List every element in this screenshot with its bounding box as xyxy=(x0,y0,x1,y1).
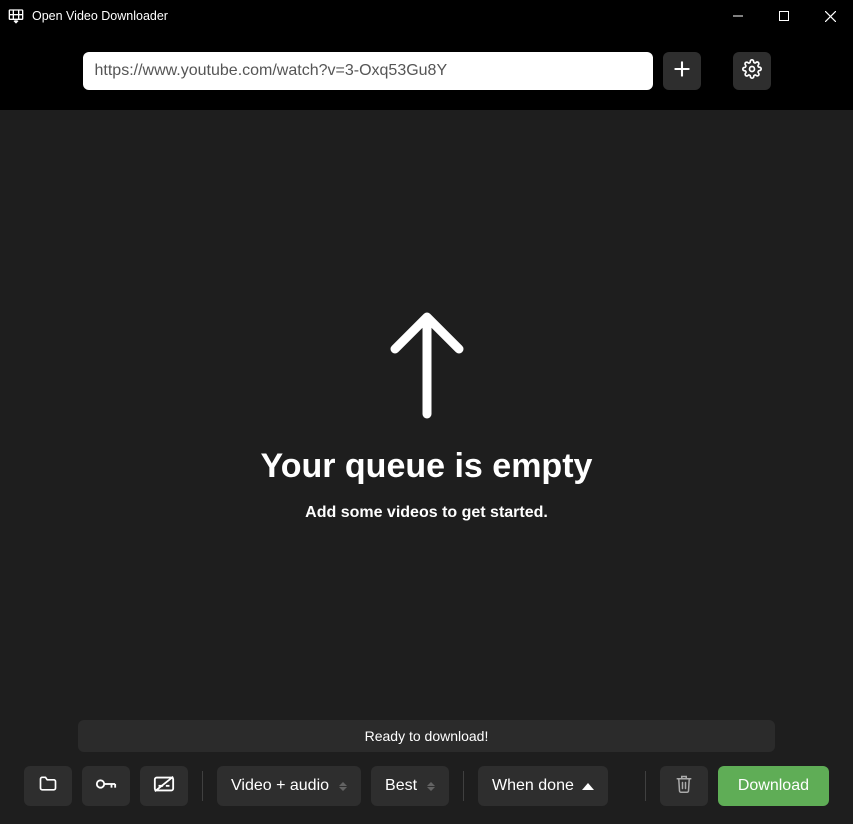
format-label: Video + audio xyxy=(231,777,329,795)
divider xyxy=(645,771,646,801)
window-minimize-button[interactable] xyxy=(715,0,761,32)
window-close-button[interactable] xyxy=(807,0,853,32)
auth-button[interactable] xyxy=(82,766,130,806)
download-button[interactable]: Download xyxy=(718,766,829,806)
open-folder-button[interactable] xyxy=(24,766,72,806)
gear-icon xyxy=(742,59,762,84)
status-bar: Ready to download! xyxy=(78,720,775,752)
plus-icon xyxy=(672,59,692,84)
divider xyxy=(202,771,203,801)
settings-button[interactable] xyxy=(733,52,771,90)
divider xyxy=(463,771,464,801)
updown-icon xyxy=(427,782,435,791)
download-label: Download xyxy=(738,777,809,795)
clear-queue-button[interactable] xyxy=(660,766,708,806)
arrow-up-icon xyxy=(387,309,467,419)
window-maximize-button[interactable] xyxy=(761,0,807,32)
empty-title: Your queue is empty xyxy=(261,447,593,486)
updown-icon xyxy=(339,782,347,791)
folder-icon xyxy=(38,774,58,799)
format-selector[interactable]: Video + audio xyxy=(217,766,361,806)
when-done-label: When done xyxy=(492,777,574,795)
app-title: Open Video Downloader xyxy=(32,9,168,23)
titlebar: Open Video Downloader xyxy=(0,0,853,32)
caret-up-icon xyxy=(582,783,594,790)
status-text: Ready to download! xyxy=(365,728,489,744)
url-bar xyxy=(0,32,853,110)
url-input[interactable] xyxy=(83,52,653,90)
subtitles-button[interactable] xyxy=(140,766,188,806)
empty-subtitle: Add some videos to get started. xyxy=(305,504,548,522)
key-icon xyxy=(95,777,117,796)
main-area: Your queue is empty Add some videos to g… xyxy=(0,110,853,720)
quality-selector[interactable]: Best xyxy=(371,766,449,806)
trash-icon xyxy=(675,774,693,799)
bottom-bar: Video + audio Best When done Download xyxy=(0,766,853,824)
when-done-selector[interactable]: When done xyxy=(478,766,608,806)
subtitles-off-icon xyxy=(153,774,175,799)
app-logo-icon xyxy=(8,8,24,24)
add-button[interactable] xyxy=(663,52,701,90)
quality-label: Best xyxy=(385,777,417,795)
